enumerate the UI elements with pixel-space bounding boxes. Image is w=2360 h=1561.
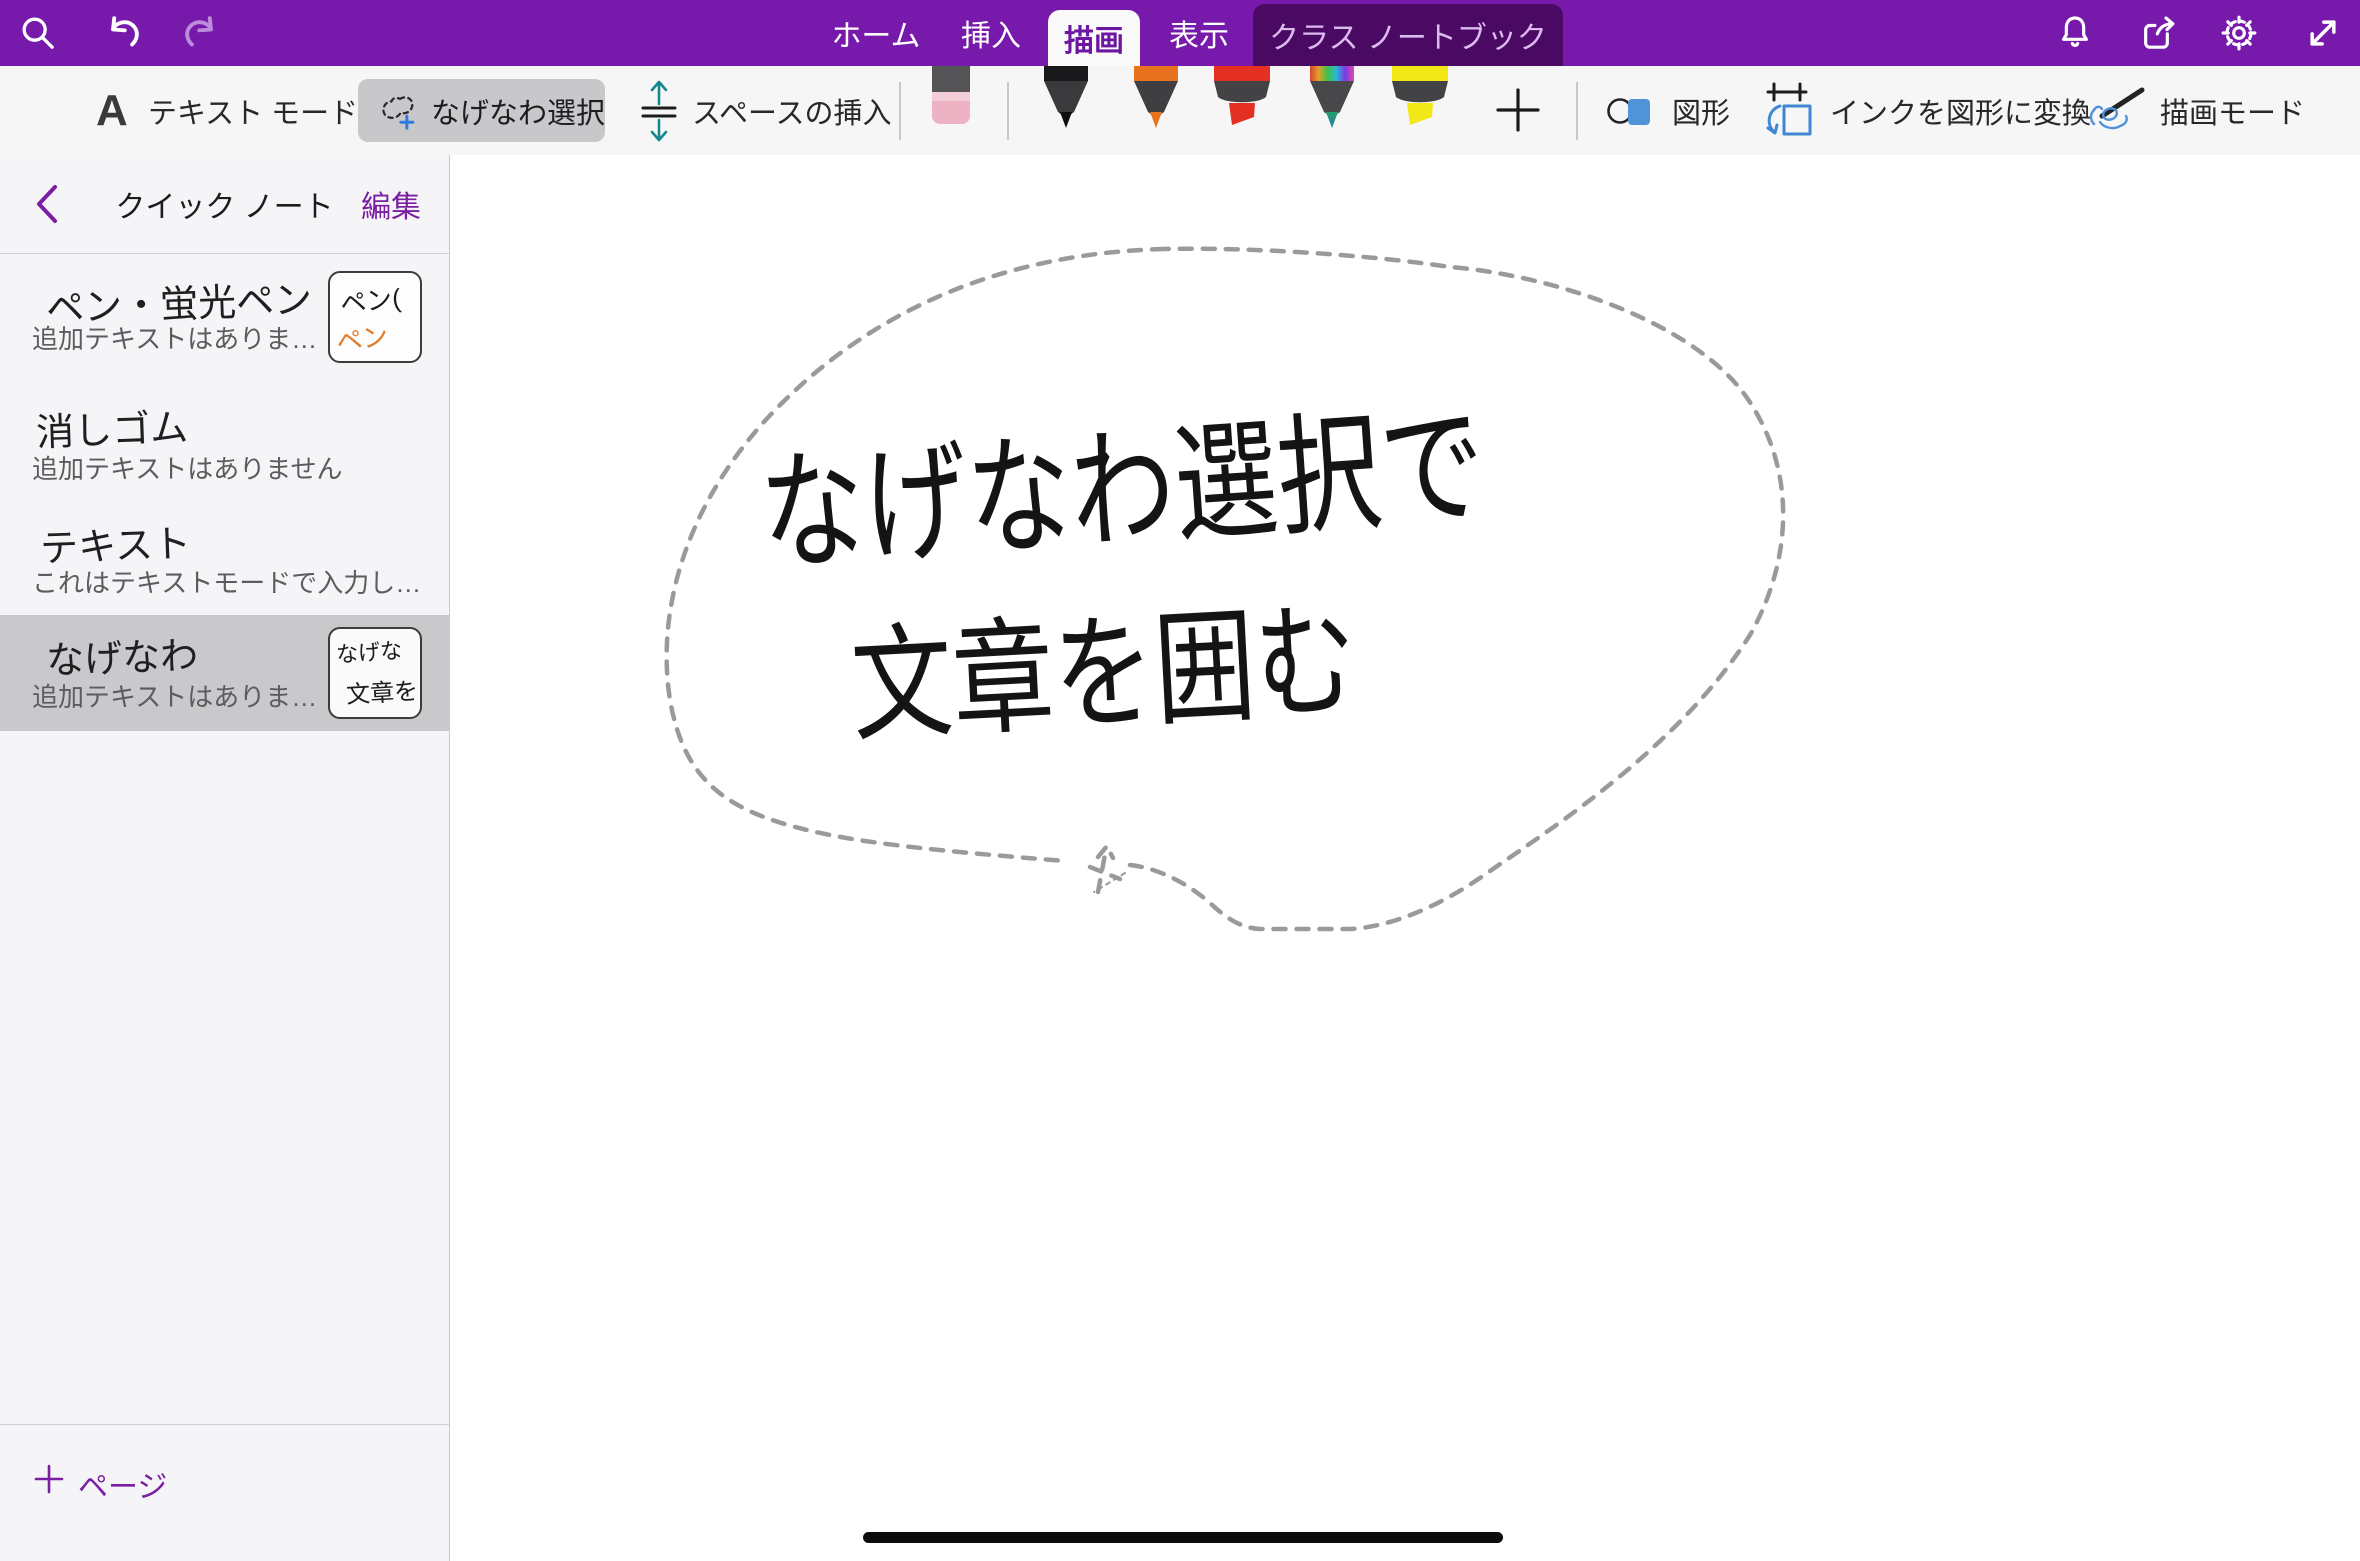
divider (0, 253, 449, 254)
note-canvas[interactable]: なげなわ選択で 文章を囲む (450, 155, 2360, 1561)
tab-home[interactable]: ホーム (828, 0, 924, 66)
text-mode-icon: A (96, 66, 128, 155)
tab-insert[interactable]: 挿入 (952, 0, 1030, 66)
tab-view[interactable]: 表示 (1160, 0, 1238, 66)
insert-space-icon (640, 80, 678, 142)
tab-draw[interactable]: 描画 (1048, 10, 1140, 66)
pen-black[interactable] (1038, 66, 1094, 130)
draw-mode-button[interactable]: 描画モード (2160, 66, 2305, 155)
undo-icon[interactable] (100, 10, 146, 56)
handwritten-ink-text: なげなわ選択で 文章を囲む (756, 389, 1490, 760)
toolbar-divider (1576, 82, 1578, 140)
home-indicator[interactable] (863, 1532, 1503, 1543)
page-list-sidebar: クイック ノート 編集 ペン・蛍光ペン 追加テキストはありま… ペン( ペン 消… (0, 155, 450, 1561)
onenote-app: ホーム 挿入 描画 表示 クラス ノートブック (0, 0, 2360, 1561)
ink-to-shape-button[interactable]: インクを図形に変換 (1830, 66, 2091, 155)
toolbar-divider (899, 82, 901, 140)
top-app-bar: ホーム 挿入 描画 表示 クラス ノートブック (0, 0, 2360, 66)
page-item-lasso-selected[interactable]: なげなわ 追加テキストはありま… なげな 文章を (0, 615, 450, 731)
fullscreen-expand-icon[interactable] (2300, 10, 2346, 56)
lasso-select-button[interactable]: なげなわ選択 (358, 79, 605, 142)
page-thumbnail: ペン( ペン (328, 271, 422, 363)
draw-mode-icon (2086, 86, 2148, 136)
insert-space-button[interactable]: スペースの挿入 (692, 66, 892, 155)
highlighter-red[interactable] (1212, 66, 1272, 130)
pen-orange[interactable] (1128, 66, 1184, 130)
ink-line-2: 文章を囲む (848, 589, 1360, 760)
lasso-selection-outline (667, 249, 1784, 929)
lasso-icon (374, 87, 419, 135)
settings-gear-icon[interactable] (2216, 10, 2262, 56)
page-thumbnail: なげな 文章を (328, 627, 422, 719)
page-item-pen-highlighter[interactable]: ペン・蛍光ペン 追加テキストはありま… ペン( ペン (0, 261, 450, 379)
ink-line-1: なげなわ選択で (756, 389, 1490, 591)
highlighter-yellow[interactable] (1390, 66, 1450, 130)
edit-button[interactable]: 編集 (361, 155, 421, 253)
ink-to-shape-icon (1760, 80, 1814, 140)
add-pen-button[interactable] (1494, 86, 1542, 134)
shapes-button[interactable]: 図形 (1672, 66, 1730, 155)
share-icon[interactable] (2136, 10, 2182, 56)
pen-galaxy[interactable] (1304, 66, 1360, 130)
eraser-tool[interactable] (932, 66, 970, 126)
page-item-eraser[interactable]: 消しゴム 追加テキストはありません (0, 391, 450, 501)
plus-icon (34, 1464, 64, 1494)
add-page-button[interactable]: ページ (0, 1424, 449, 1561)
text-mode-button[interactable]: テキスト モード (148, 66, 358, 155)
toolbar-divider (1007, 82, 1009, 140)
search-icon[interactable] (15, 10, 61, 56)
tab-class-notebook[interactable]: クラス ノートブック (1253, 4, 1563, 66)
drawing-toolbar: A テキスト モード なげなわ選択 スペースの挿入 (0, 66, 2360, 156)
page-item-text[interactable]: テキスト これはテキストモードで入力し… (0, 507, 450, 615)
shapes-icon (1606, 90, 1654, 132)
drawing-canvas-ink: なげなわ選択で 文章を囲む (450, 155, 2360, 1561)
redo-icon[interactable] (178, 10, 224, 56)
notifications-bell-icon[interactable] (2052, 10, 2098, 56)
